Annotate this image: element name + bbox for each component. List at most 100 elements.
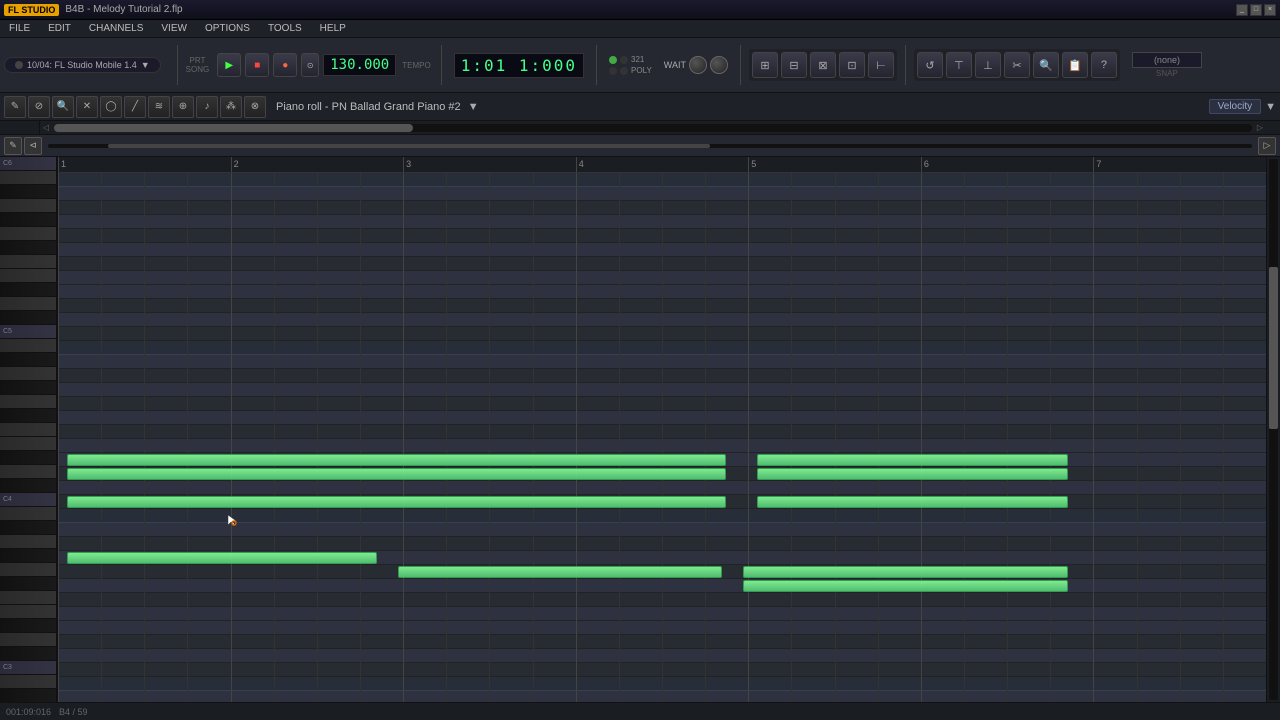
- piano-key-G3[interactable]: [0, 563, 56, 577]
- piano-key-F#3[interactable]: [0, 577, 56, 591]
- piano-key-E3[interactable]: [0, 605, 56, 619]
- side-scrollbar[interactable]: [1266, 157, 1280, 702]
- pattern-button[interactable]: ⊙: [301, 53, 319, 77]
- note-8[interactable]: [743, 566, 1067, 578]
- stop-button[interactable]: ■: [245, 53, 269, 77]
- piano-key-C4[interactable]: C4: [0, 493, 56, 507]
- scroll-end-btn[interactable]: ▷: [1258, 137, 1276, 155]
- maximize-button[interactable]: □: [1250, 4, 1262, 16]
- pencil-small[interactable]: ✎: [4, 137, 22, 155]
- channel-rack-icon[interactable]: ⊤: [946, 52, 972, 78]
- note-1[interactable]: [67, 468, 726, 480]
- mixer-icon[interactable]: ⊞: [752, 52, 778, 78]
- pencil-tool[interactable]: ✎: [4, 96, 26, 118]
- piano-key-A#2[interactable]: [0, 689, 56, 702]
- note-2[interactable]: [67, 496, 726, 508]
- menu-channels[interactable]: CHANNELS: [86, 22, 146, 35]
- master-vol-knob[interactable]: [689, 56, 707, 74]
- note-7[interactable]: [398, 566, 722, 578]
- slide-tool[interactable]: ╱: [124, 96, 146, 118]
- piano-key-E4[interactable]: [0, 437, 56, 451]
- piano-key-C#5[interactable]: [0, 311, 56, 325]
- flam-tool[interactable]: ⊗: [244, 96, 266, 118]
- bpm-display[interactable]: 130.000: [323, 54, 396, 76]
- piano-key-G#4[interactable]: [0, 381, 56, 395]
- piano-key-A3[interactable]: [0, 535, 56, 549]
- piano-key-A#4[interactable]: [0, 353, 56, 367]
- velocity-dropdown[interactable]: ▼: [1265, 101, 1276, 113]
- copy-icon[interactable]: 📋: [1062, 52, 1088, 78]
- piano-key-B3[interactable]: [0, 507, 56, 521]
- piano-roll-icon[interactable]: ⊠: [810, 52, 836, 78]
- piano-key-F4[interactable]: [0, 423, 56, 437]
- browser-icon[interactable]: ⊡: [839, 52, 865, 78]
- menu-options[interactable]: OPTIONS: [202, 22, 253, 35]
- menu-edit[interactable]: EDIT: [45, 22, 74, 35]
- menu-file[interactable]: FILE: [6, 22, 33, 35]
- piano-key-G4[interactable]: [0, 395, 56, 409]
- strum-tool[interactable]: ♪: [196, 96, 218, 118]
- arp-tool[interactable]: ≋: [148, 96, 170, 118]
- piano-key-C5[interactable]: C5: [0, 325, 56, 339]
- piano-key-F5[interactable]: [0, 255, 56, 269]
- menu-tools[interactable]: TOOLS: [265, 22, 305, 35]
- zoom-icon[interactable]: 🔍: [1033, 52, 1059, 78]
- menu-help[interactable]: HELP: [317, 22, 349, 35]
- delete-tool[interactable]: ✕: [76, 96, 98, 118]
- zoom-tool[interactable]: 🔍: [52, 96, 74, 118]
- note-0[interactable]: [67, 454, 726, 466]
- piano-key-A#3[interactable]: [0, 521, 56, 535]
- note-4[interactable]: [757, 468, 1068, 480]
- piano-key-A4[interactable]: [0, 367, 56, 381]
- piano-key-C6[interactable]: C6: [0, 157, 56, 171]
- plugin-icon[interactable]: ⊢: [868, 52, 894, 78]
- grid-area[interactable]: 1234567: [58, 157, 1266, 702]
- piano-key-B2[interactable]: [0, 675, 56, 689]
- v-scroll-track[interactable]: [1269, 159, 1278, 700]
- undo-icon[interactable]: ↺: [917, 52, 943, 78]
- step-seq-icon[interactable]: ⊟: [781, 52, 807, 78]
- piano-key-G#5[interactable]: [0, 213, 56, 227]
- mobile-dropdown-icon[interactable]: ▼: [141, 60, 150, 70]
- piano-key-D5[interactable]: [0, 297, 56, 311]
- minimize-button[interactable]: _: [1236, 4, 1248, 16]
- piano-roll-arrow[interactable]: ▼: [468, 101, 479, 113]
- master-pitch-knob[interactable]: [710, 56, 728, 74]
- menu-view[interactable]: VIEW: [158, 22, 190, 35]
- record-button[interactable]: ●: [273, 53, 297, 77]
- piano-key-C#3[interactable]: [0, 647, 56, 661]
- close-button[interactable]: ×: [1264, 4, 1276, 16]
- piano-key-C3[interactable]: C3: [0, 661, 56, 675]
- mute-tool[interactable]: ◯: [100, 96, 122, 118]
- piano-key-D#5[interactable]: [0, 283, 56, 297]
- v-scroll-thumb[interactable]: [1269, 267, 1278, 429]
- note-3[interactable]: [757, 454, 1068, 466]
- play-button[interactable]: ▶: [217, 53, 241, 77]
- scroll-thumb-h[interactable]: [54, 124, 413, 132]
- piano-key-B5[interactable]: [0, 171, 56, 185]
- snap-selector[interactable]: (none): [1132, 52, 1202, 68]
- piano-key-A#5[interactable]: [0, 185, 56, 199]
- randomize-tool[interactable]: ⁂: [220, 96, 242, 118]
- cut-icon[interactable]: ✂: [1004, 52, 1030, 78]
- piano-key-D4[interactable]: [0, 465, 56, 479]
- piano-key-G#3[interactable]: [0, 549, 56, 563]
- mini-scrollbar[interactable]: [48, 144, 1252, 148]
- piano-key-E5[interactable]: [0, 269, 56, 283]
- piano-key-D#4[interactable]: [0, 451, 56, 465]
- select-small[interactable]: ⊲: [24, 137, 42, 155]
- scroll-track-h[interactable]: [54, 124, 1252, 132]
- velocity-button[interactable]: Velocity: [1209, 99, 1261, 114]
- piano-key-G5[interactable]: [0, 227, 56, 241]
- piano-key-A5[interactable]: [0, 199, 56, 213]
- help-icon[interactable]: ?: [1091, 52, 1117, 78]
- select-tool[interactable]: ⊘: [28, 96, 50, 118]
- scroll-left-arrow[interactable]: ◁: [40, 123, 52, 132]
- piano-key-F3[interactable]: [0, 591, 56, 605]
- piano-key-D#3[interactable]: [0, 619, 56, 633]
- scroll-right-arrow[interactable]: ▷: [1254, 123, 1266, 132]
- note-5[interactable]: [757, 496, 1068, 508]
- grid-canvas[interactable]: [58, 173, 1266, 702]
- mini-scroll-thumb[interactable]: [108, 144, 710, 148]
- note-9[interactable]: [743, 580, 1067, 592]
